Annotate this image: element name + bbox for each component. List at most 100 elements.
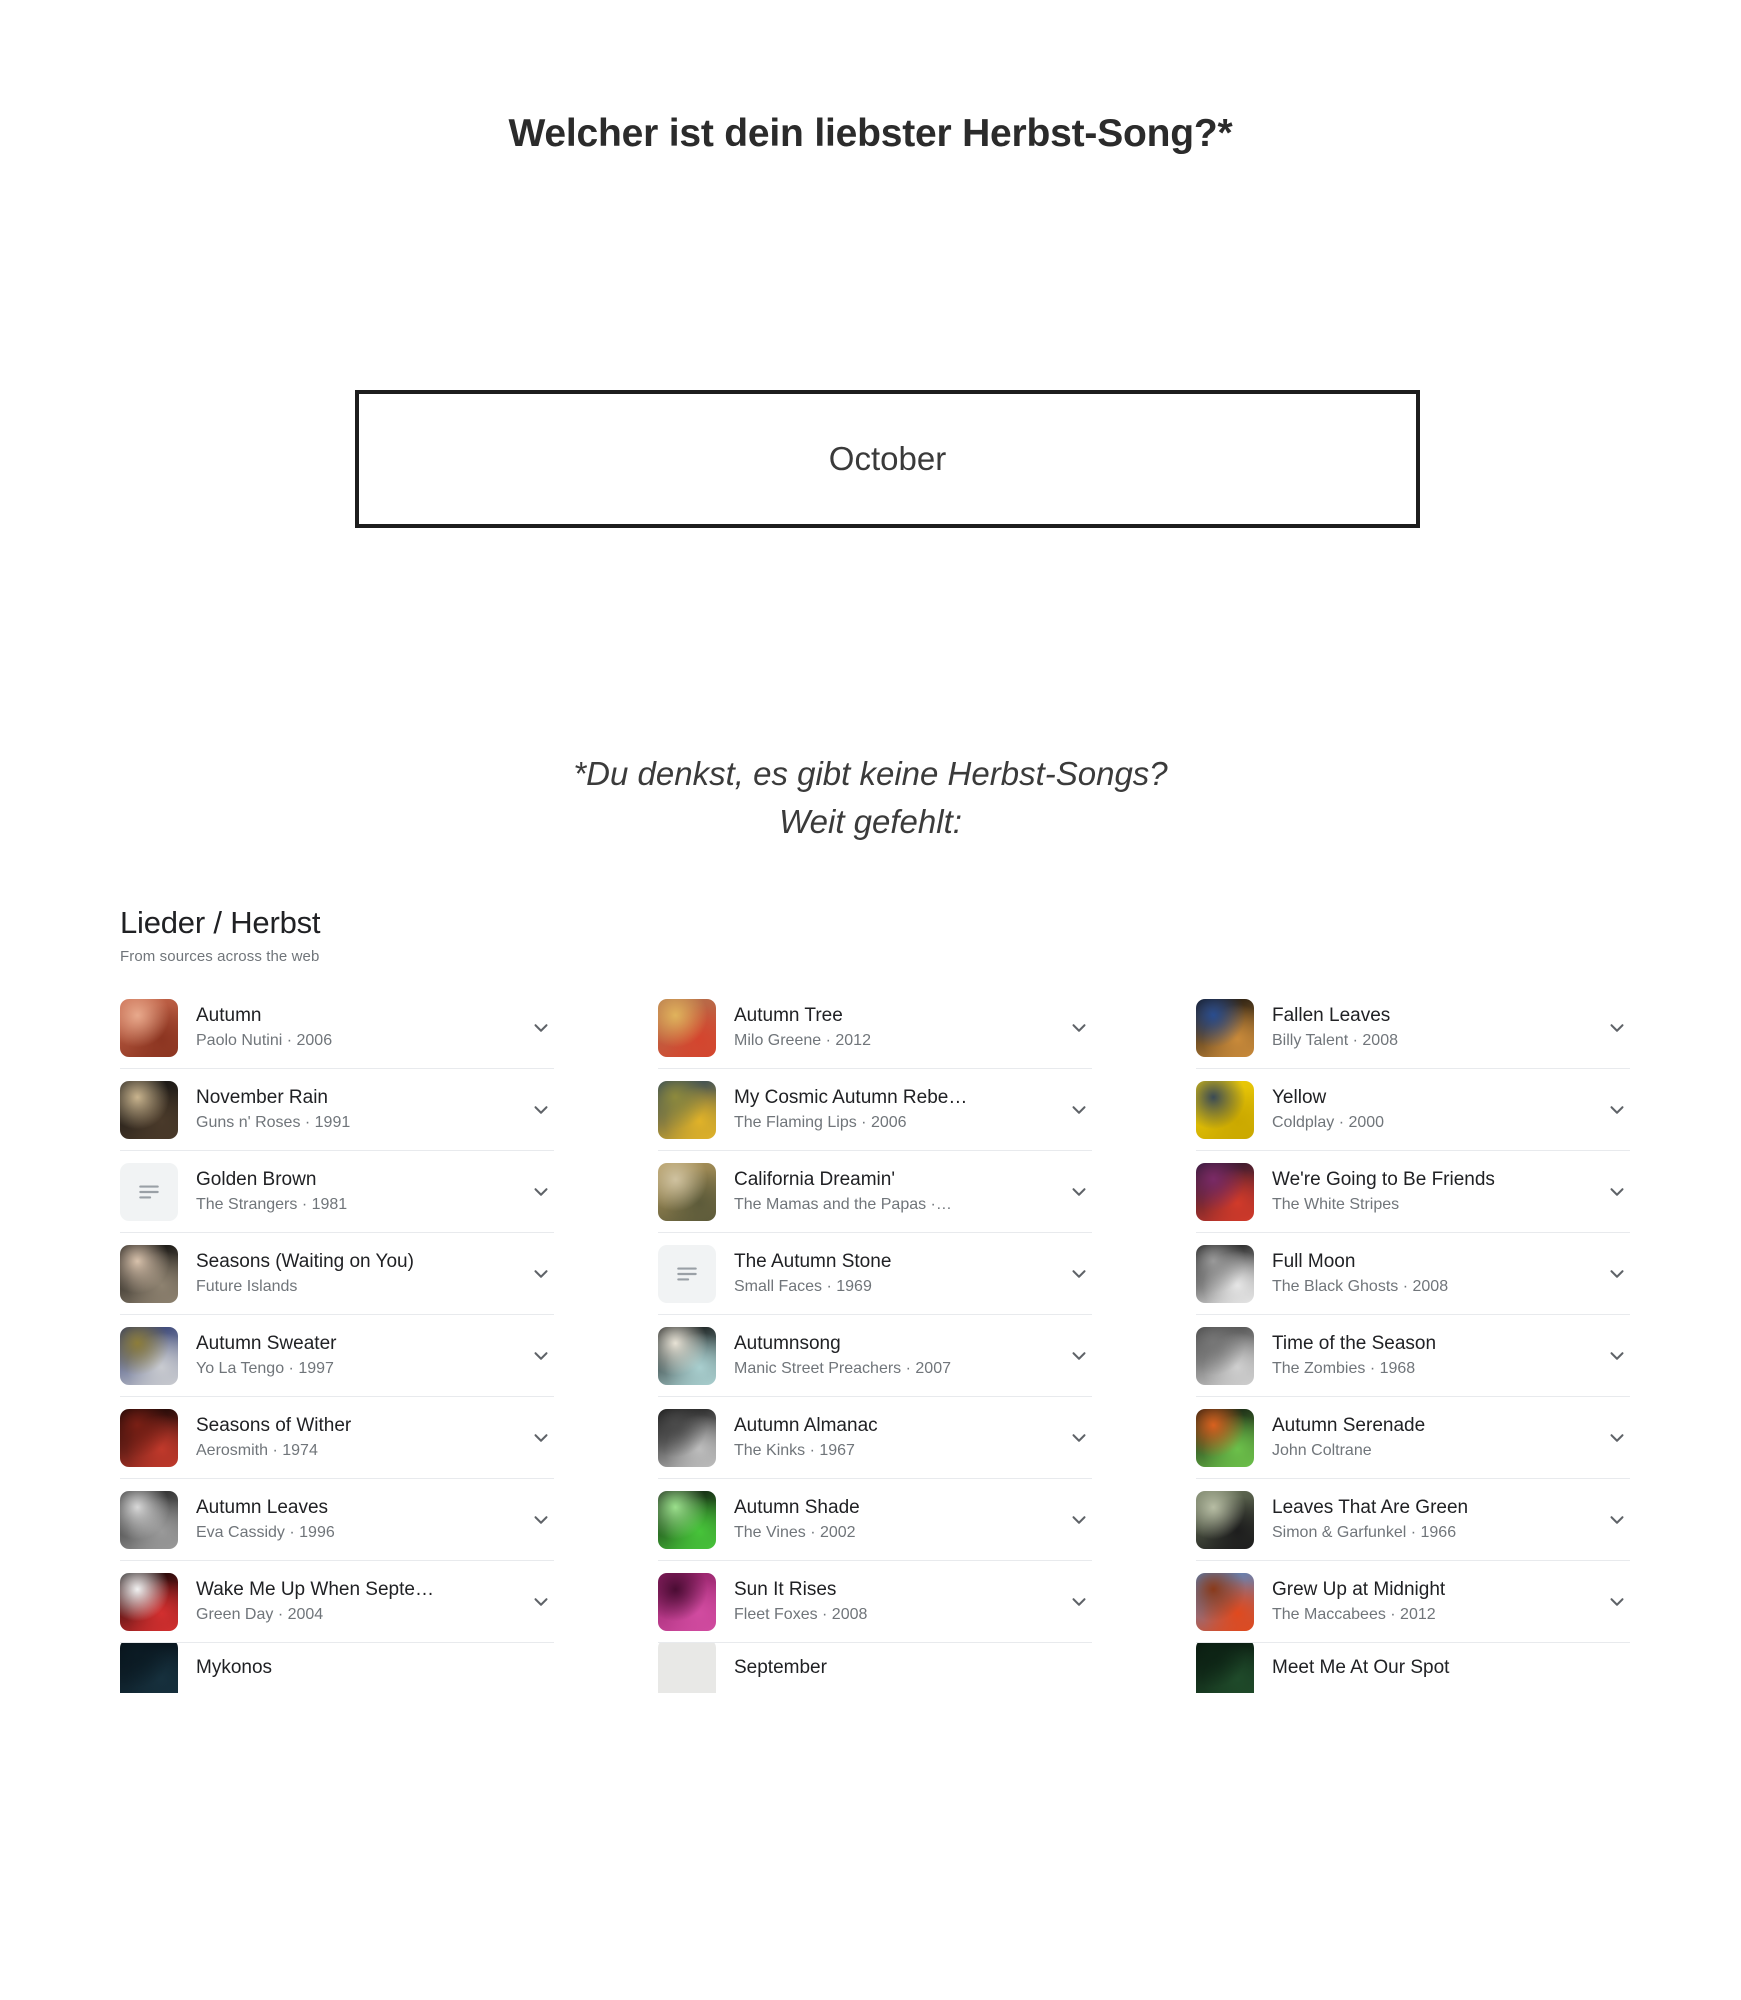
song-row[interactable]: California Dreamin' The Mamas and the Pap… <box>658 1151 1092 1233</box>
chevron-down-icon[interactable] <box>1066 1015 1092 1041</box>
song-title: The Autumn Stone <box>734 1251 892 1273</box>
song-title: Golden Brown <box>196 1169 317 1191</box>
chevron-down-icon[interactable] <box>1604 1015 1630 1041</box>
song-row[interactable]: Autumn Tree Milo Greene · 2012 <box>658 987 1092 1069</box>
chevron-down-icon[interactable] <box>1066 1261 1092 1287</box>
album-art <box>1196 1080 1254 1139</box>
song-title: Seasons (Waiting on You) <box>196 1251 414 1273</box>
song-title: Sun It Rises <box>734 1579 837 1601</box>
song-artist: The Flaming Lips · 2006 <box>734 1113 907 1131</box>
chevron-down-icon[interactable] <box>1066 1097 1092 1123</box>
song-title: California Dreamin' <box>734 1169 895 1191</box>
song-row[interactable]: Mykonos <box>120 1643 554 1693</box>
song-row[interactable]: Golden Brown The Strangers · 1981 <box>120 1151 554 1233</box>
song-row[interactable]: Sun It Rises Fleet Foxes · 2008 <box>658 1561 1092 1643</box>
chevron-down-icon[interactable] <box>1066 1589 1092 1615</box>
album-art-placeholder <box>658 1244 716 1303</box>
footnote-line-1: *Du denkst, es gibt keine Herbst-Songs? <box>573 755 1168 792</box>
song-column: Autumn Paolo Nutini · 2006 November Rain Gu… <box>120 987 554 1693</box>
footnote-line-2: Weit gefehlt: <box>779 802 962 840</box>
song-row[interactable]: Autumn Shade The Vines · 2002 <box>658 1479 1092 1561</box>
song-artist: Aerosmith · 1974 <box>196 1441 318 1459</box>
song-row[interactable]: Autumn Paolo Nutini · 2006 <box>120 987 554 1069</box>
song-row[interactable]: Time of the Season The Zombies · 1968 <box>1196 1315 1630 1397</box>
chevron-down-icon[interactable] <box>1604 1507 1630 1533</box>
song-title: Autumnsong <box>734 1333 841 1355</box>
song-row[interactable]: November Rain Guns n' Roses · 1991 <box>120 1069 554 1151</box>
chevron-down-icon[interactable] <box>1604 1179 1630 1205</box>
song-artist: Small Faces · 1969 <box>734 1277 872 1295</box>
song-row[interactable]: We're Going to Be Friends The White Strip… <box>1196 1151 1630 1233</box>
song-row[interactable]: My Cosmic Autumn Rebe… The Flaming Lips ·… <box>658 1069 1092 1151</box>
song-row[interactable]: Full Moon The Black Ghosts · 2008 <box>1196 1233 1630 1315</box>
page-title: Welcher ist dein liebster Herbst-Song?* <box>508 112 1233 155</box>
song-meta: Sun It Rises Fleet Foxes · 2008 <box>734 1578 1048 1625</box>
song-row[interactable]: Yellow Coldplay · 2000 <box>1196 1069 1630 1151</box>
album-art <box>120 998 178 1057</box>
song-meta: November Rain Guns n' Roses · 1991 <box>196 1086 510 1133</box>
song-row[interactable]: The Autumn Stone Small Faces · 1969 <box>658 1233 1092 1315</box>
song-row[interactable]: Autumn Leaves Eva Cassidy · 1996 <box>120 1479 554 1561</box>
song-row[interactable]: Autumn Almanac The Kinks · 1967 <box>658 1397 1092 1479</box>
song-title: Full Moon <box>1272 1251 1356 1273</box>
song-artist: Coldplay · 2000 <box>1272 1113 1385 1131</box>
song-artist: Manic Street Preachers · 2007 <box>734 1359 951 1377</box>
song-row[interactable]: Autumn Sweater Yo La Tengo · 1997 <box>120 1315 554 1397</box>
song-row[interactable]: Wake Me Up When Septe… Green Day · 2004 <box>120 1561 554 1643</box>
song-meta: Full Moon The Black Ghosts · 2008 <box>1272 1250 1586 1297</box>
song-meta: Autumn Sweater Yo La Tengo · 1997 <box>196 1332 510 1379</box>
song-meta: Autumn Shade The Vines · 2002 <box>734 1496 1048 1543</box>
chevron-down-icon[interactable] <box>528 1507 554 1533</box>
song-meta: California Dreamin' The Mamas and the Pap… <box>734 1168 1048 1215</box>
song-title: Autumn Tree <box>734 1005 843 1027</box>
song-row[interactable]: Autumnsong Manic Street Preachers · 2007 <box>658 1315 1092 1397</box>
album-art <box>658 1572 716 1631</box>
song-row[interactable]: Autumn Serenade John Coltrane <box>1196 1397 1630 1479</box>
chevron-down-icon[interactable] <box>1604 1097 1630 1123</box>
song-row[interactable]: September <box>658 1643 1092 1693</box>
song-meta: Autumn Serenade John Coltrane <box>1272 1414 1586 1461</box>
album-art <box>120 1080 178 1139</box>
song-row[interactable]: Grew Up at Midnight The Maccabees · 2012 <box>1196 1561 1630 1643</box>
chevron-down-icon[interactable] <box>528 1015 554 1041</box>
chevron-down-icon[interactable] <box>1604 1589 1630 1615</box>
song-artist: The Kinks · 1967 <box>734 1441 855 1459</box>
answer-input-box[interactable]: October <box>355 390 1420 528</box>
song-artist: The Mamas and the Papas ·… <box>734 1195 952 1213</box>
song-artist: The Zombies · 1968 <box>1272 1359 1416 1377</box>
song-meta: Time of the Season The Zombies · 1968 <box>1272 1332 1586 1379</box>
song-title: My Cosmic Autumn Rebe… <box>734 1087 968 1109</box>
album-art <box>120 1408 178 1467</box>
album-art <box>1196 1572 1254 1631</box>
song-row[interactable]: Meet Me At Our Spot <box>1196 1643 1630 1693</box>
chevron-down-icon[interactable] <box>1604 1425 1630 1451</box>
song-meta: The Autumn Stone Small Faces · 1969 <box>734 1250 1048 1297</box>
chevron-down-icon[interactable] <box>1066 1179 1092 1205</box>
song-meta: Autumn Tree Milo Greene · 2012 <box>734 1004 1048 1051</box>
chevron-down-icon[interactable] <box>528 1179 554 1205</box>
chevron-down-icon[interactable] <box>1066 1343 1092 1369</box>
chevron-down-icon[interactable] <box>528 1261 554 1287</box>
album-art <box>120 1326 178 1385</box>
page-root: Welcher ist dein liebster Herbst-Song?* … <box>0 0 1741 2000</box>
song-row[interactable]: Seasons of Wither Aerosmith · 1974 <box>120 1397 554 1479</box>
chevron-down-icon[interactable] <box>1066 1507 1092 1533</box>
song-artist: Guns n' Roses · 1991 <box>196 1113 351 1131</box>
chevron-down-icon[interactable] <box>1604 1261 1630 1287</box>
song-row[interactable]: Fallen Leaves Billy Talent · 2008 <box>1196 987 1630 1069</box>
album-art <box>120 1244 178 1303</box>
chevron-down-icon[interactable] <box>528 1343 554 1369</box>
album-art <box>1196 1490 1254 1549</box>
chevron-down-icon[interactable] <box>1604 1343 1630 1369</box>
song-row[interactable]: Seasons (Waiting on You) Future Islands <box>120 1233 554 1315</box>
album-art <box>658 1490 716 1549</box>
song-meta: My Cosmic Autumn Rebe… The Flaming Lips ·… <box>734 1086 1048 1133</box>
chevron-down-icon[interactable] <box>528 1425 554 1451</box>
song-row[interactable]: Leaves That Are Green Simon & Garfunkel ·… <box>1196 1479 1630 1561</box>
chevron-down-icon[interactable] <box>528 1097 554 1123</box>
chevron-down-icon[interactable] <box>1066 1425 1092 1451</box>
song-meta: Golden Brown The Strangers · 1981 <box>196 1168 510 1215</box>
chevron-down-icon[interactable] <box>528 1589 554 1615</box>
album-art <box>1196 1643 1254 1693</box>
song-column: Fallen Leaves Billy Talent · 2008 Yellow Co… <box>1196 987 1630 1693</box>
